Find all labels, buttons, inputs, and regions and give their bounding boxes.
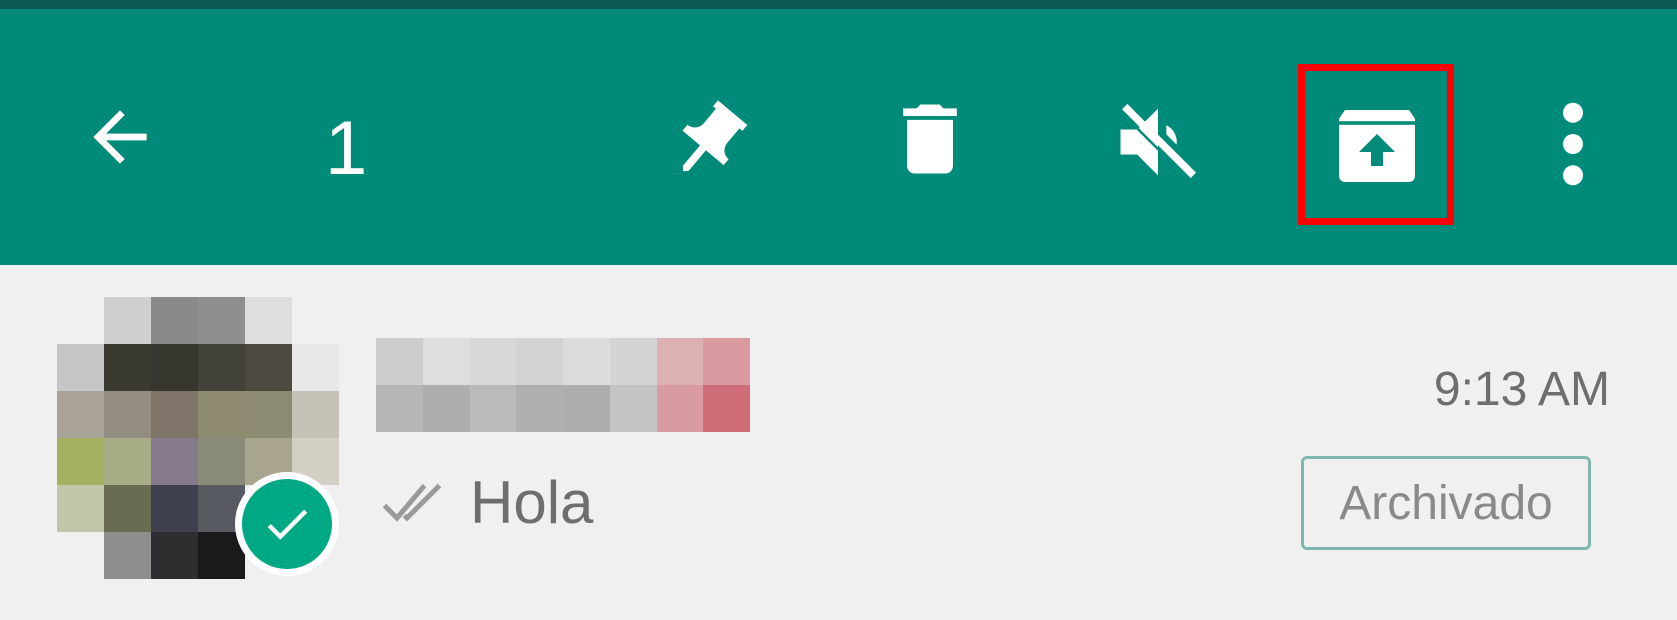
message-time: 9:13 AM <box>1433 363 1610 416</box>
avatar[interactable] <box>57 297 339 579</box>
delete-icon <box>903 104 957 174</box>
status-bar <box>0 0 1677 9</box>
more-options-button[interactable] <box>1520 89 1625 199</box>
mute-icon <box>1119 103 1197 181</box>
double-check-icon <box>382 483 442 522</box>
back-arrow-icon <box>93 110 147 164</box>
selection-toolbar: 1 <box>0 9 1677 265</box>
back-button[interactable] <box>70 87 170 187</box>
preview-text: Hola <box>470 469 594 536</box>
mute-button[interactable] <box>1103 87 1213 197</box>
selected-check-badge <box>235 472 339 576</box>
more-vertical-icon <box>1562 102 1583 186</box>
message-preview: Hola <box>382 468 593 538</box>
check-icon <box>267 509 308 540</box>
highlight-box <box>1298 64 1454 225</box>
pin-icon <box>682 99 747 171</box>
selected-count: 1 <box>325 106 368 191</box>
archived-badge: Archivado <box>1301 456 1591 550</box>
contact-name <box>376 338 750 432</box>
delete-button[interactable] <box>880 89 980 189</box>
pin-button[interactable] <box>655 89 760 194</box>
